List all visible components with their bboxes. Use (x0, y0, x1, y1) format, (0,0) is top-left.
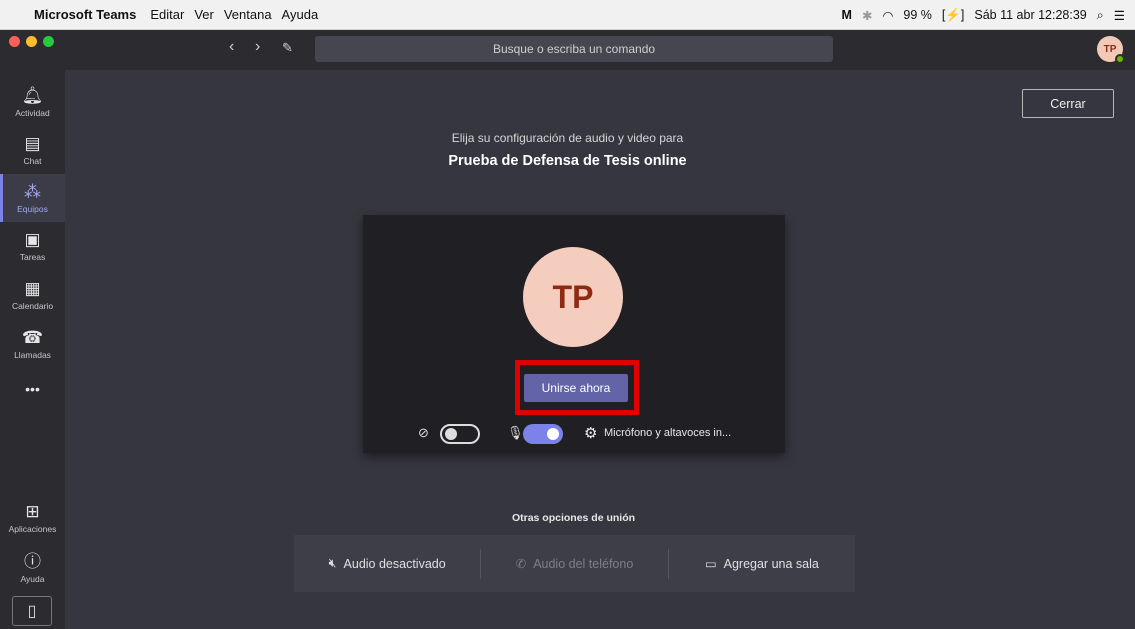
option-label: Audio desactivado (343, 556, 446, 571)
title-bar: ‹ › ✎ Busque o escriba un comando TP (0, 30, 1135, 70)
add-room-option[interactable]: ▭ Agregar una sala (669, 549, 855, 579)
avatar-initials: TP (1103, 43, 1117, 55)
profile-avatar[interactable]: TP (1097, 36, 1125, 64)
other-join-options-title: Otras opciones de unión (511, 512, 636, 524)
status-area: M ✱ ◠ 99 % [⚡] Sáb 11 abr 12:28:39 ⌕ ☰ (842, 0, 1125, 30)
rail-label: Actividad (15, 107, 50, 118)
more-icon: ••• (25, 380, 40, 397)
rail-item-equipos[interactable]: ⁂ Equipos (0, 174, 65, 222)
more-apps-button[interactable]: ••• (0, 370, 65, 410)
presence-status-icon (1115, 54, 1125, 64)
device-settings-link[interactable]: Micrófono y altavoces in... (604, 427, 731, 439)
rail-label: Equipos (17, 203, 48, 214)
spotlight-icon[interactable]: ⌕ (1097, 8, 1104, 23)
battery-icon[interactable]: [⚡] (942, 8, 965, 23)
option-label: Agregar una sala (723, 556, 819, 571)
tasks-icon: ▣ (24, 229, 41, 249)
preview-avatar: TP (523, 247, 623, 347)
teams-icon: ⁂ (24, 181, 41, 201)
phone-audio-option: ✆ Audio del teléfono (481, 549, 667, 579)
microphone-toggle[interactable] (523, 424, 563, 444)
calendar-icon: ▦ (24, 278, 41, 298)
malwarebytes-icon[interactable]: M (842, 8, 852, 22)
minimize-window-icon[interactable] (26, 36, 37, 47)
mac-menubar: Microsoft Teams Editar Ver Ventana Ayuda… (0, 0, 1135, 30)
preview-avatar-initials: TP (552, 278, 594, 315)
clock[interactable]: Sáb 11 abr 12:28:39 (974, 8, 1086, 22)
rail-item-llamadas[interactable]: ☎︎ Llamadas (0, 320, 65, 368)
rail-label: Llamadas (14, 349, 51, 360)
av-controls: ⊘ 🎙︎ ⚙ Micrófono y altavoces in... (363, 422, 785, 446)
back-icon[interactable]: ‹ (229, 38, 234, 56)
video-preview-panel: TP Unirse ahora ⊘ 🎙︎ ⚙ Micrófono y altav… (363, 215, 785, 453)
teams-window: ‹ › ✎ Busque o escriba un comando TP 🔔︎ … (0, 30, 1135, 629)
mobile-device-button[interactable]: ▯ (12, 596, 52, 626)
other-join-options: 🔇︎ Audio desactivado ✆ Audio del teléfon… (294, 535, 855, 592)
menu-ver[interactable]: Ver (194, 7, 214, 22)
rail-label: Ayuda (20, 573, 45, 584)
microphone-icon: 🎙︎ (507, 425, 524, 440)
close-button-label: Cerrar (1050, 96, 1086, 111)
join-now-button[interactable]: Unirse ahora (524, 374, 628, 402)
phone-icon: ✆ (515, 557, 527, 571)
option-label: Audio del teléfono (533, 556, 634, 571)
search-input[interactable]: Busque o escriba un comando (315, 36, 833, 62)
battery-percent: 99 % (903, 8, 932, 22)
menu-editar[interactable]: Editar (150, 7, 184, 22)
rail-label: Tareas (19, 251, 46, 262)
toggle-knob (445, 428, 457, 440)
rail-item-actividad[interactable]: 🔔︎ Actividad (0, 78, 65, 126)
rail-label: Aplicaciones (8, 523, 57, 534)
rail-item-ayuda[interactable]: ⓘ Ayuda (0, 544, 65, 592)
search-placeholder: Busque o escriba un comando (492, 42, 656, 56)
gear-icon[interactable]: ⚙ (584, 424, 597, 442)
join-now-label: Unirse ahora (541, 381, 611, 395)
close-window-icon[interactable] (9, 36, 20, 47)
prejoin-subtitle: Elija su configuración de audio y video … (451, 131, 684, 145)
rail-item-tareas[interactable]: ▣ Tareas (0, 222, 65, 270)
rail-label: Calendario (11, 300, 54, 311)
bell-icon: 🔔︎ (21, 85, 44, 105)
audio-off-option[interactable]: 🔇︎ Audio desactivado (294, 549, 480, 579)
camera-off-icon: ⊘ (418, 425, 429, 440)
maximize-window-icon[interactable] (43, 36, 54, 47)
forward-icon[interactable]: › (255, 38, 260, 56)
meeting-title: Prueba de Defensa de Tesis online (448, 153, 687, 169)
rail-item-calendario[interactable]: ▦ Calendario (0, 271, 65, 319)
menu-ayuda[interactable]: Ayuda (282, 7, 319, 22)
menu-ventana[interactable]: Ventana (224, 7, 272, 22)
close-button[interactable]: Cerrar (1022, 89, 1114, 118)
notification-center-icon[interactable]: ☰ (1114, 8, 1125, 23)
window-controls (9, 36, 54, 47)
camera-toggle[interactable] (440, 424, 480, 444)
app-menu[interactable]: Microsoft Teams (34, 7, 136, 22)
compose-icon[interactable]: ✎ (282, 40, 293, 56)
wifi-icon[interactable]: ◠ (882, 8, 893, 23)
bluetooth-icon[interactable]: ✱ (862, 8, 872, 23)
phone-icon: ☎︎ (21, 327, 44, 347)
help-icon: ⓘ (24, 551, 41, 571)
room-icon: ▭ (704, 557, 717, 571)
mobile-icon: ▯ (27, 603, 37, 620)
toggle-knob (547, 428, 559, 440)
speaker-off-icon: 🔇︎ (328, 556, 337, 570)
